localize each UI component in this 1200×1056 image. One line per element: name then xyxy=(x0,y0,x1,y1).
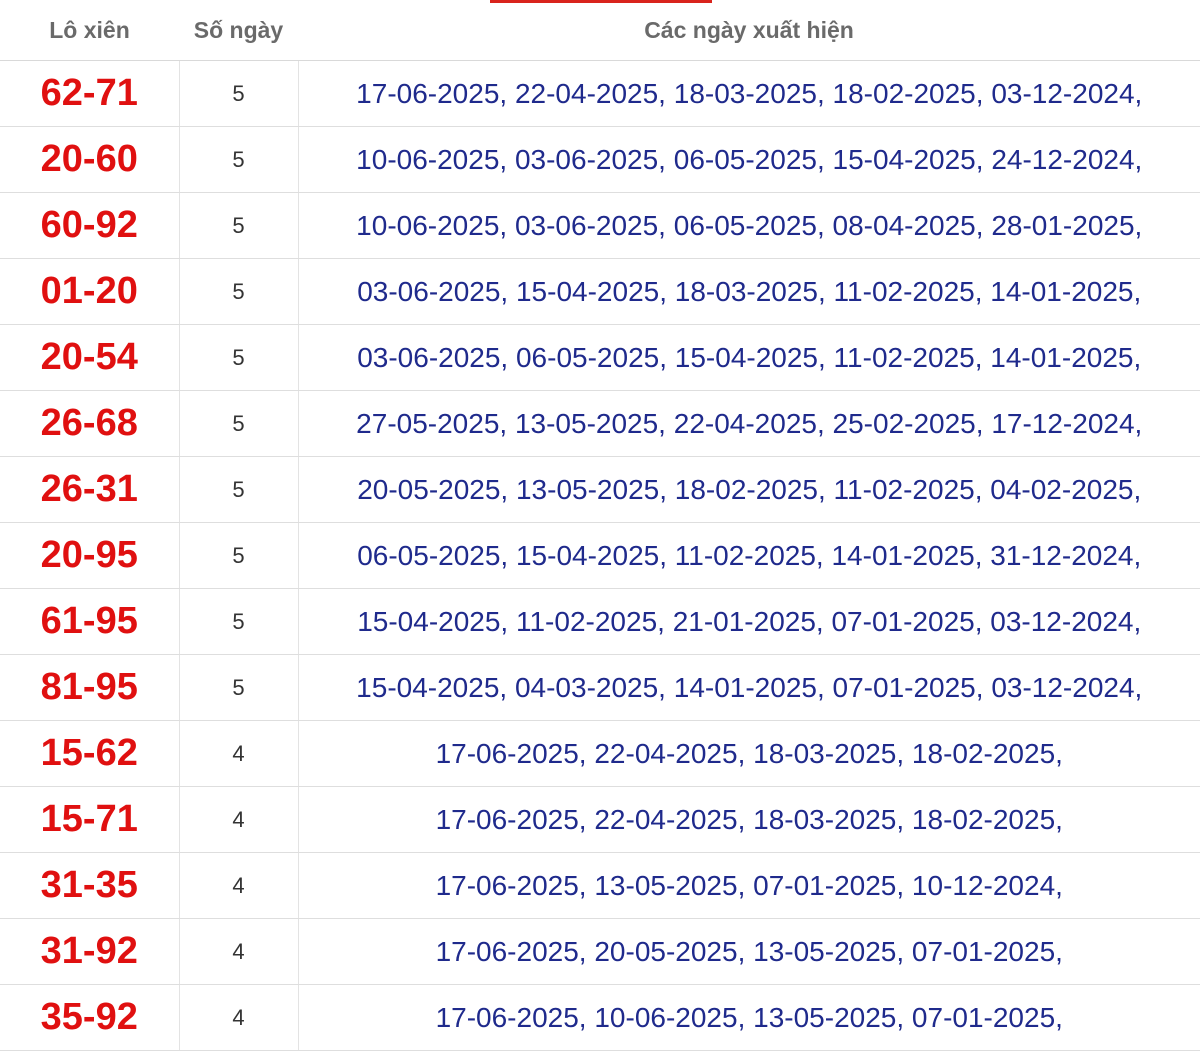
table-row: 26-68 5 27-05-2025, 13-05-2025, 22-04-2025… xyxy=(0,390,1200,457)
lo-xien-cell: 26-68 xyxy=(0,390,180,457)
lo-xien-cell: 60-92 xyxy=(0,192,180,259)
ngay-xuat-hien-cell: 03-06-2025, 06-05-2025, 15-04-2025, 11-0… xyxy=(298,324,1200,391)
ngay-xuat-hien-cell: 15-04-2025, 04-03-2025, 14-01-2025, 07-0… xyxy=(298,654,1200,721)
so-ngay-cell: 5 xyxy=(179,324,299,391)
table-row: 31-35 4 17-06-2025, 13-05-2025, 07-01-2025… xyxy=(0,852,1200,919)
table-row: 31-92 4 17-06-2025, 20-05-2025, 13-05-2025… xyxy=(0,918,1200,985)
so-ngay-cell: 5 xyxy=(179,192,299,259)
table-row: 81-95 5 15-04-2025, 04-03-2025, 14-01-2025… xyxy=(0,654,1200,721)
table-row: 15-62 4 17-06-2025, 22-04-2025, 18-03-2025… xyxy=(0,720,1200,787)
table-row: 35-92 4 17-06-2025, 10-06-2025, 13-05-2025… xyxy=(0,984,1200,1051)
lo-xien-cell: 62-71 xyxy=(0,60,180,127)
table-body: 62-71 5 17-06-2025, 22-04-2025, 18-03-2025… xyxy=(0,60,1200,1051)
ngay-xuat-hien-cell: 10-06-2025, 03-06-2025, 06-05-2025, 15-0… xyxy=(298,126,1200,193)
lo-xien-cell: 61-95 xyxy=(0,588,180,655)
lo-xien-cell: 81-95 xyxy=(0,654,180,721)
ngay-xuat-hien-cell: 17-06-2025, 10-06-2025, 13-05-2025, 07-0… xyxy=(298,984,1200,1051)
ngay-xuat-hien-cell: 17-06-2025, 20-05-2025, 13-05-2025, 07-0… xyxy=(298,918,1200,985)
ngay-xuat-hien-cell: 27-05-2025, 13-05-2025, 22-04-2025, 25-0… xyxy=(298,390,1200,457)
lo-xien-cell: 26-31 xyxy=(0,456,180,523)
table-row: 15-71 4 17-06-2025, 22-04-2025, 18-03-2025… xyxy=(0,786,1200,853)
so-ngay-cell: 4 xyxy=(179,720,299,787)
ngay-xuat-hien-cell: 17-06-2025, 13-05-2025, 07-01-2025, 10-1… xyxy=(298,852,1200,919)
lo-xien-cell: 20-54 xyxy=(0,324,180,391)
ngay-xuat-hien-cell: 15-04-2025, 11-02-2025, 21-01-2025, 07-0… xyxy=(298,588,1200,655)
so-ngay-cell: 5 xyxy=(179,258,299,325)
so-ngay-cell: 4 xyxy=(179,984,299,1051)
lo-xien-cell: 35-92 xyxy=(0,984,180,1051)
ngay-xuat-hien-cell: 17-06-2025, 22-04-2025, 18-03-2025, 18-0… xyxy=(298,60,1200,127)
so-ngay-cell: 4 xyxy=(179,786,299,853)
lo-xien-cell: 31-92 xyxy=(0,918,180,985)
table-row: 01-20 5 03-06-2025, 15-04-2025, 18-03-2025… xyxy=(0,258,1200,325)
table-row: 20-95 5 06-05-2025, 15-04-2025, 11-02-2025… xyxy=(0,522,1200,589)
ngay-xuat-hien-cell: 10-06-2025, 03-06-2025, 06-05-2025, 08-0… xyxy=(298,192,1200,259)
lo-xien-cell: 20-60 xyxy=(0,126,180,193)
table-header: Lô xiên Số ngày Các ngày xuất hiện xyxy=(0,0,1200,61)
header-lo-xien: Lô xiên xyxy=(0,0,179,61)
lo-xien-cell: 20-95 xyxy=(0,522,180,589)
so-ngay-cell: 5 xyxy=(179,522,299,589)
ngay-xuat-hien-cell: 20-05-2025, 13-05-2025, 18-02-2025, 11-0… xyxy=(298,456,1200,523)
header-row: Lô xiên Số ngày Các ngày xuất hiện xyxy=(0,0,1200,61)
lo-xien-cell: 15-62 xyxy=(0,720,180,787)
so-ngay-cell: 5 xyxy=(179,60,299,127)
so-ngay-cell: 5 xyxy=(179,654,299,721)
lo-xien-cell: 31-35 xyxy=(0,852,180,919)
table-row: 61-95 5 15-04-2025, 11-02-2025, 21-01-2025… xyxy=(0,588,1200,655)
so-ngay-cell: 4 xyxy=(179,852,299,919)
so-ngay-cell: 5 xyxy=(179,456,299,523)
lo-xien-cell: 01-20 xyxy=(0,258,180,325)
so-ngay-cell: 5 xyxy=(179,126,299,193)
table-row: 20-54 5 03-06-2025, 06-05-2025, 15-04-2025… xyxy=(0,324,1200,391)
so-ngay-cell: 5 xyxy=(179,390,299,457)
ngay-xuat-hien-cell: 06-05-2025, 15-04-2025, 11-02-2025, 14-0… xyxy=(298,522,1200,589)
header-so-ngay: Số ngày xyxy=(179,0,298,61)
table-row: 26-31 5 20-05-2025, 13-05-2025, 18-02-2025… xyxy=(0,456,1200,523)
so-ngay-cell: 5 xyxy=(179,588,299,655)
so-ngay-cell: 4 xyxy=(179,918,299,985)
table-row: 60-92 5 10-06-2025, 03-06-2025, 06-05-2025… xyxy=(0,192,1200,259)
ngay-xuat-hien-cell: 03-06-2025, 15-04-2025, 18-03-2025, 11-0… xyxy=(298,258,1200,325)
ngay-xuat-hien-cell: 17-06-2025, 22-04-2025, 18-03-2025, 18-0… xyxy=(298,786,1200,853)
ngay-xuat-hien-cell: 17-06-2025, 22-04-2025, 18-03-2025, 18-0… xyxy=(298,720,1200,787)
lo-xien-table: Lô xiên Số ngày Các ngày xuất hiện 62-71… xyxy=(0,0,1200,1051)
table-row: 20-60 5 10-06-2025, 03-06-2025, 06-05-2025… xyxy=(0,126,1200,193)
lo-xien-cell: 15-71 xyxy=(0,786,180,853)
header-cac-ngay-xuat-hien: Các ngày xuất hiện xyxy=(298,0,1200,61)
table-row: 62-71 5 17-06-2025, 22-04-2025, 18-03-2025… xyxy=(0,60,1200,127)
